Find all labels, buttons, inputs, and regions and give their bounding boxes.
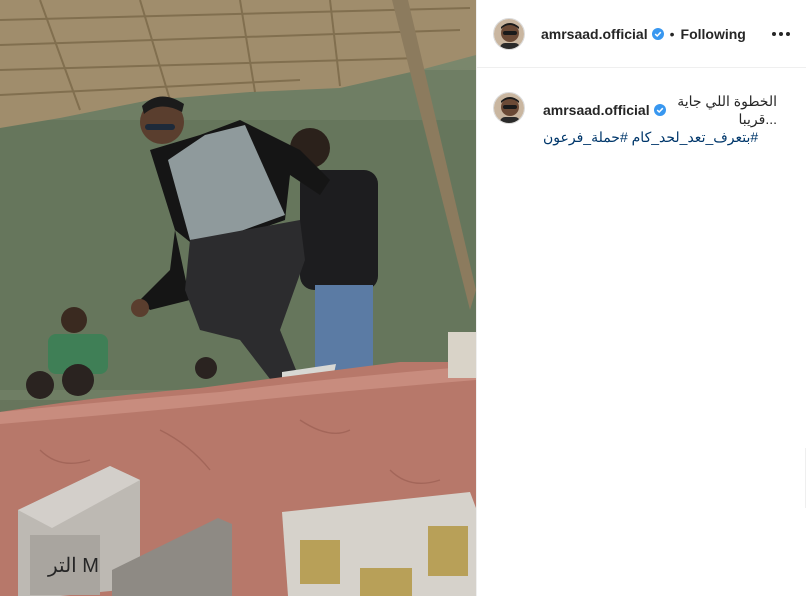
hashtag-link[interactable]: #بتعرف_تعد_لحد_كام (632, 129, 759, 145)
post-photo[interactable]: التر M (0, 0, 476, 596)
caption-head: amrsaad.official الخطوة اللي جاية ...قري… (543, 92, 777, 128)
caption: amrsaad.official الخطوة اللي جاية ...قري… (477, 68, 806, 146)
caption-username[interactable]: amrsaad.official (543, 101, 650, 119)
post-header: amrsaad.official • Following (477, 0, 806, 68)
post-detail-panel: amrsaad.official • Following amrsaad.off… (476, 0, 806, 596)
verified-badge-icon (651, 27, 664, 40)
caption-avatar[interactable] (493, 92, 525, 124)
hashtag-link[interactable]: #حملة_فرعون (543, 129, 628, 145)
header-username[interactable]: amrsaad.official (541, 26, 648, 42)
verified-badge-icon (653, 104, 666, 116)
avatar[interactable] (493, 17, 525, 50)
avatar-image (494, 93, 524, 123)
more-horizontal-icon[interactable] (770, 26, 792, 42)
caption-text: الخطوة اللي جاية ...قريبا (677, 93, 777, 127)
following-button[interactable]: Following (681, 26, 746, 42)
case-lettering: التر M (47, 555, 99, 577)
separator-dot: • (669, 25, 675, 42)
post-photo-illustration: التر M (0, 0, 476, 596)
caption-hashtags: #بتعرف_تعد_لحد_كام #حملة_فرعون (543, 128, 777, 146)
caption-body: amrsaad.official الخطوة اللي جاية ...قري… (543, 92, 777, 146)
avatar-image (494, 18, 524, 49)
